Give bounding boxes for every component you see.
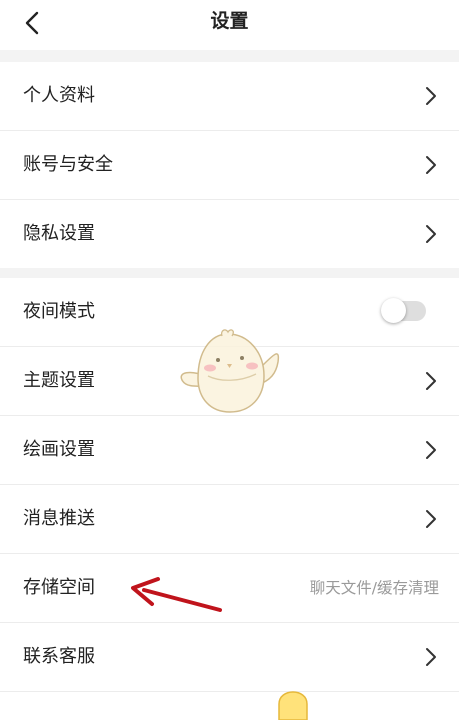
section-gap [0, 268, 459, 278]
night-mode-toggle[interactable] [381, 298, 426, 323]
chevron-right-icon [426, 510, 436, 528]
toggle-knob [381, 298, 406, 323]
row-profile-label: 个人资料 [23, 85, 95, 106]
page-title: 设置 [210, 10, 249, 32]
row-customer-service-label: 联系客服 [23, 646, 95, 667]
chevron-right-icon [426, 87, 436, 105]
top-bar: 设置 [0, 0, 459, 50]
row-drawing-label: 绘画设置 [23, 439, 95, 460]
chevron-right-icon [426, 372, 436, 390]
row-notifications[interactable]: 消息推送 [0, 485, 459, 553]
chevron-right-icon [426, 648, 436, 666]
mascot-watermark-icon [180, 329, 280, 413]
chevron-right-icon [426, 225, 436, 243]
row-notifications-label: 消息推送 [23, 508, 95, 529]
section-gap [0, 50, 459, 62]
chevron-right-icon [426, 156, 436, 174]
row-privacy-label: 隐私设置 [23, 223, 95, 244]
row-account-security-label: 账号与安全 [23, 154, 113, 175]
floating-mascot-icon [278, 691, 308, 720]
storage-hint: 聊天文件/缓存清理 [309, 579, 439, 597]
row-storage[interactable]: 存储空间 聊天文件/缓存清理 [0, 554, 459, 622]
row-drawing[interactable]: 绘画设置 [0, 416, 459, 484]
row-theme-label: 主题设置 [23, 370, 95, 391]
row-privacy[interactable]: 隐私设置 [0, 200, 459, 268]
chevron-right-icon [426, 441, 436, 459]
row-storage-label: 存储空间 [23, 577, 95, 598]
row-customer-service[interactable]: 联系客服 [0, 623, 459, 691]
divider [0, 691, 459, 692]
row-profile[interactable]: 个人资料 [0, 62, 459, 130]
row-account-security[interactable]: 账号与安全 [0, 131, 459, 199]
annotation-arrow-icon [131, 577, 222, 612]
row-night-mode-label: 夜间模式 [23, 301, 95, 322]
